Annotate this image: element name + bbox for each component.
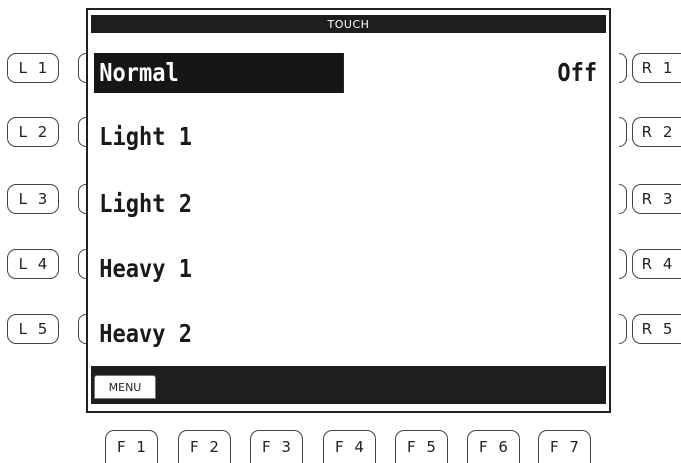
f1-button[interactable]: F 1: [105, 430, 158, 463]
l5-button[interactable]: L 5: [7, 314, 59, 344]
l3-bracket: [78, 184, 86, 214]
touch-option-light-1[interactable]: Light 1: [94, 117, 192, 157]
touch-option-light-2[interactable]: Light 2: [94, 184, 192, 224]
l1-button[interactable]: L 1: [7, 53, 59, 83]
touch-option-heavy-2[interactable]: Heavy 2: [94, 314, 192, 354]
l2-button[interactable]: L 2: [7, 117, 59, 147]
r5-bracket: [619, 314, 627, 344]
r1-bracket: [619, 53, 627, 83]
f7-button[interactable]: F 7: [538, 430, 591, 463]
f4-button[interactable]: F 4: [323, 430, 376, 463]
menu-tab[interactable]: MENU: [94, 375, 156, 399]
lcd-screen: TOUCH Normal Off Light 1 Light 2 Heavy 1…: [86, 8, 611, 413]
f3-button[interactable]: F 3: [250, 430, 303, 463]
f6-button[interactable]: F 6: [467, 430, 520, 463]
l5-bracket: [78, 314, 86, 344]
menu-bar: MENU: [91, 366, 606, 404]
f5-button[interactable]: F 5: [395, 430, 448, 463]
r4-bracket: [619, 249, 627, 279]
l4-bracket: [78, 249, 86, 279]
r2-button[interactable]: R 2: [632, 117, 681, 147]
touch-option-normal[interactable]: Normal: [94, 53, 344, 93]
r3-button[interactable]: R 3: [632, 184, 681, 214]
touch-option-heavy-1[interactable]: Heavy 1: [94, 249, 192, 289]
r5-button[interactable]: R 5: [632, 314, 681, 344]
r2-bracket: [619, 117, 627, 147]
l1-bracket: [78, 53, 86, 83]
r4-button[interactable]: R 4: [632, 249, 681, 279]
r3-bracket: [619, 184, 627, 214]
r1-button[interactable]: R 1: [632, 53, 681, 83]
l3-button[interactable]: L 3: [7, 184, 59, 214]
l4-button[interactable]: L 4: [7, 249, 59, 279]
l2-bracket: [78, 117, 86, 147]
screen-title: TOUCH: [91, 15, 606, 33]
f2-button[interactable]: F 2: [178, 430, 231, 463]
touch-value: Off: [557, 58, 597, 87]
